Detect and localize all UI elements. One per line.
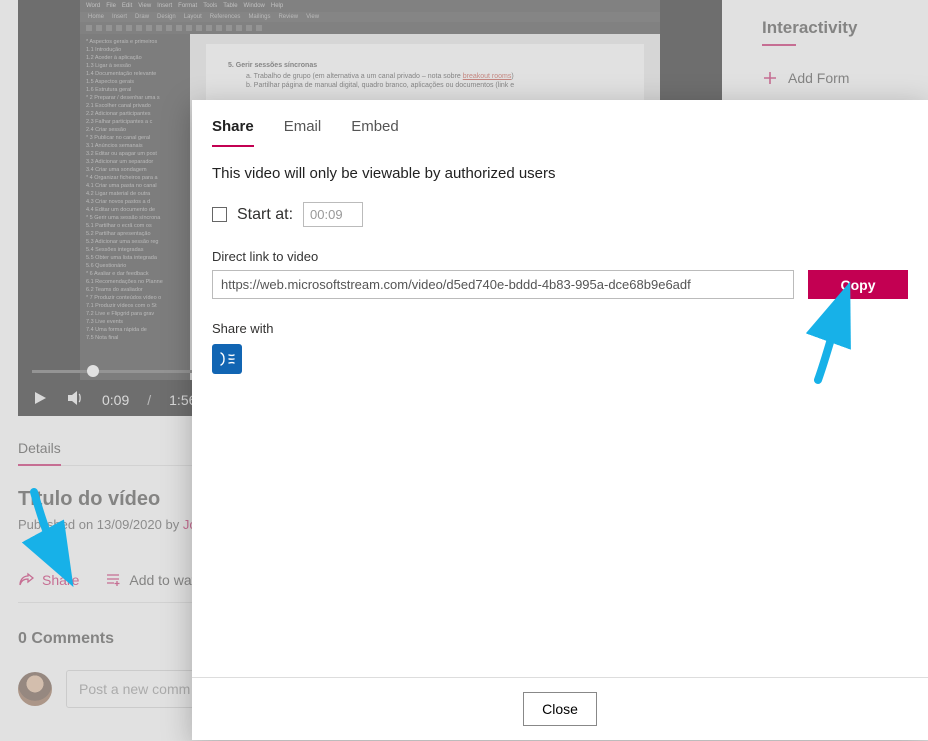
permission-message: This video will only be viewable by auth… [212, 165, 908, 182]
start-at-input[interactable] [303, 202, 363, 227]
tab-embed[interactable]: Embed [351, 118, 399, 147]
copy-button[interactable]: Copy [808, 270, 908, 299]
modal-tabs: Share Email Embed [192, 100, 928, 147]
share-modal: Share Email Embed This video will only b… [192, 100, 928, 740]
tab-email[interactable]: Email [284, 118, 322, 147]
direct-link-label: Direct link to video [212, 249, 908, 264]
direct-link-input[interactable] [212, 270, 794, 299]
share-with-label: Share with [212, 321, 908, 336]
start-at-label: Start at: [237, 206, 293, 224]
yammer-icon[interactable] [212, 344, 242, 374]
start-at-checkbox[interactable] [212, 207, 227, 222]
tab-share[interactable]: Share [212, 118, 254, 147]
close-button[interactable]: Close [523, 692, 597, 726]
